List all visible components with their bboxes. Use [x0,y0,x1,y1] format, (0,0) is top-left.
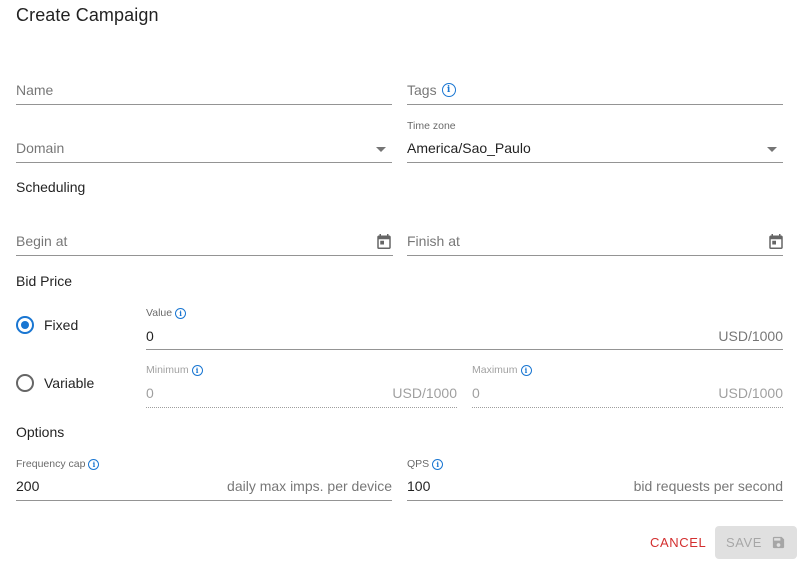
info-icon[interactable]: i [432,458,444,470]
timezone-underline [407,162,783,163]
frequency-cap-label-wrap: Frequency cap i [16,458,100,470]
domain-underline [16,162,392,163]
maximum-field[interactable]: Maximum i 0 USD/1000 [472,362,783,408]
frequency-cap-suffix: daily max imps. per device [227,478,392,494]
fixed-radio[interactable] [16,316,34,334]
caret-down-icon [767,147,777,152]
variable-radio-label: Variable [44,375,95,391]
info-icon[interactable]: i [88,458,100,470]
fixed-radio-option[interactable]: Fixed [16,316,78,334]
value-label: Value [146,307,173,319]
save-button[interactable]: SAVE [715,526,797,559]
bid-value-suffix: USD/1000 [718,328,783,344]
frequency-cap-field[interactable]: Frequency cap i 200 daily max imps. per … [16,456,392,501]
maximum-label: Maximum [472,364,518,376]
calendar-icon[interactable] [375,232,393,251]
maximum-value: 0 [472,385,480,401]
qps-label-wrap: QPS i [407,458,444,470]
finish-at-underline [407,255,783,256]
info-icon[interactable]: i [520,364,532,376]
info-icon[interactable]: i [441,83,456,97]
name-field[interactable]: Name [16,80,392,105]
begin-at-label: Begin at [16,233,68,249]
minimum-label-wrap: Minimum i [146,364,203,376]
timezone-value: America/Sao_Paulo [407,140,531,156]
cancel-button[interactable]: CANCEL [650,535,706,550]
begin-at-field[interactable]: Begin at [16,231,393,256]
calendar-icon[interactable] [767,232,785,251]
bid-value-field[interactable]: Value i 0 USD/1000 [146,305,783,350]
timezone-label: Time zone [407,120,456,132]
finish-at-field[interactable]: Finish at [407,231,785,256]
qps-label: QPS [407,458,430,470]
dialog-title: Create Campaign [16,5,159,25]
bid-price-title: Bid Price [16,273,73,289]
frequency-cap-underline [16,500,392,501]
value-label-wrap: Value i [146,307,187,319]
timezone-select[interactable]: Time zone America/Sao_Paulo [407,119,783,163]
maximum-suffix: USD/1000 [718,385,783,401]
frequency-cap-value: 200 [16,478,40,494]
minimum-field[interactable]: Minimum i 0 USD/1000 [146,362,457,408]
tags-field[interactable]: Tags i [407,80,783,105]
maximum-label-wrap: Maximum i [472,364,532,376]
scheduling-title: Scheduling [16,179,86,195]
name-label: Name [16,82,54,98]
tags-label: Tags [407,82,437,98]
radio-dot [21,321,29,329]
fixed-radio-label: Fixed [44,317,79,333]
tags-underline [407,104,783,105]
domain-label: Domain [16,140,65,156]
variable-radio-option[interactable]: Variable [16,374,94,392]
finish-at-label: Finish at [407,233,460,249]
save-button-label: SAVE [725,535,763,550]
domain-select[interactable]: Domain [16,138,392,163]
frequency-cap-label: Frequency cap [16,458,86,470]
minimum-label: Minimum [146,364,189,376]
tags-label-wrap: Tags i [407,82,456,98]
qps-field[interactable]: QPS i 100 bid requests per second [407,456,783,501]
floppy-disk-icon [772,536,785,549]
qps-suffix: bid requests per second [633,478,783,494]
minimum-value: 0 [146,385,154,401]
bid-value: 0 [146,328,154,344]
name-underline [16,104,392,105]
info-icon[interactable]: i [191,364,203,376]
bid-value-underline [146,349,783,350]
variable-radio[interactable] [16,374,34,392]
minimum-suffix: USD/1000 [392,385,457,401]
begin-at-underline [16,255,393,256]
info-icon[interactable]: i [175,307,187,319]
maximum-underline [472,407,783,408]
qps-value: 100 [407,478,431,494]
caret-down-icon [376,147,386,152]
minimum-underline [146,407,457,408]
qps-underline [407,500,783,501]
options-title: Options [16,424,65,440]
